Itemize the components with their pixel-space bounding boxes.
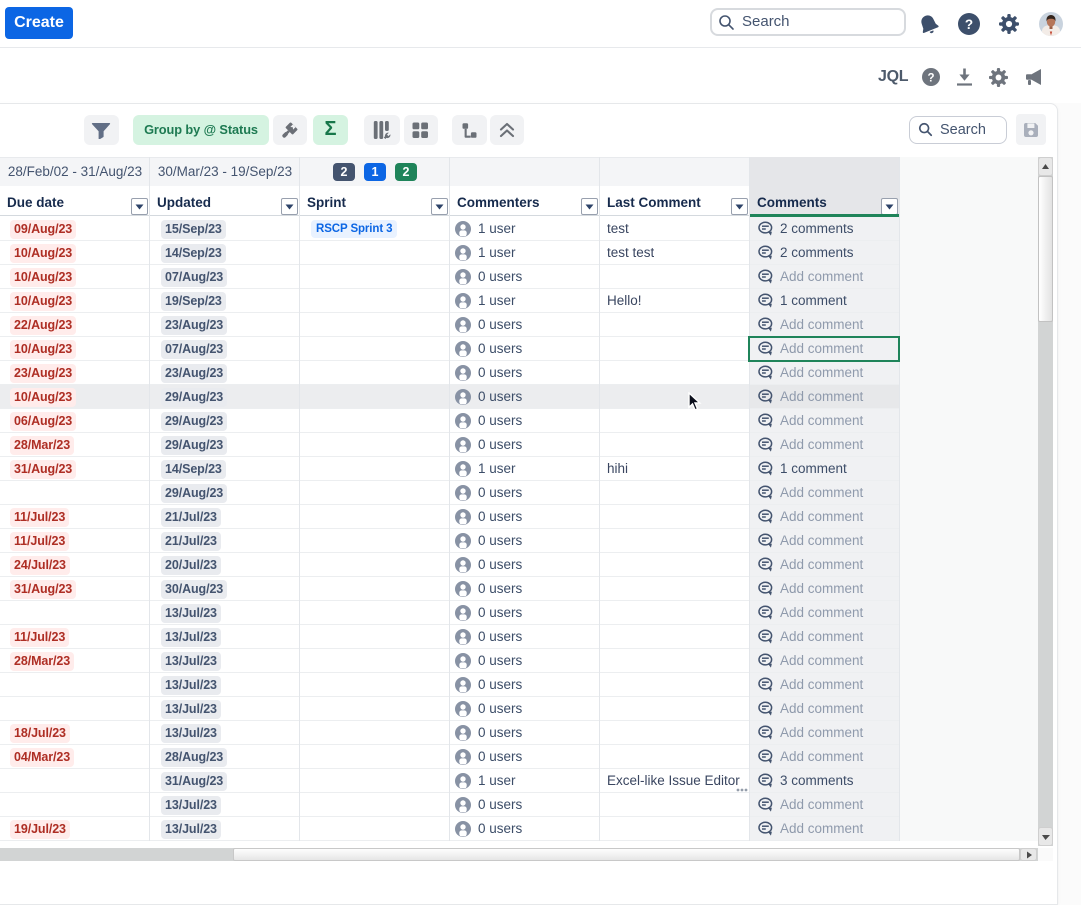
svg-text:?: ?: [965, 17, 973, 32]
svg-text:?: ?: [927, 73, 934, 85]
